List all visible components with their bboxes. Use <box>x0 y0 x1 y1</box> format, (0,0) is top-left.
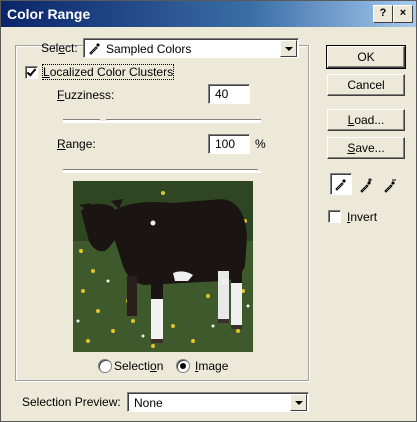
range-slider-track[interactable] <box>63 169 261 173</box>
fuzziness-input[interactable]: 40 <box>208 84 250 104</box>
eyedropper-plus-tool[interactable] <box>355 173 377 195</box>
select-dropdown[interactable]: Sampled Colors <box>83 38 299 58</box>
range-slider-thumb[interactable] <box>256 164 266 172</box>
selection-preview-label: Selection Preview: <box>22 395 121 409</box>
range-input[interactable]: 100 <box>208 134 250 154</box>
chevron-down-icon[interactable] <box>290 394 307 411</box>
ok-button[interactable]: OK <box>326 45 406 69</box>
selection-radio-label[interactable]: Selection <box>114 359 163 373</box>
save-button[interactable]: Save... <box>327 137 405 159</box>
eyedropper-tool[interactable] <box>330 173 352 195</box>
eyedropper-icon <box>334 177 348 194</box>
fuzziness-slider-track[interactable] <box>63 119 261 123</box>
cancel-button[interactable]: Cancel <box>327 74 405 96</box>
select-label: Select: <box>41 41 78 55</box>
preview-image[interactable] <box>73 181 253 352</box>
range-value: 100 <box>215 137 236 151</box>
localized-clusters-label[interactable]: Localized Color Clusters <box>41 64 175 80</box>
eyedropper-plus-icon <box>359 177 375 196</box>
cow-photo-image <box>73 181 253 352</box>
help-button[interactable]: ? <box>373 5 393 23</box>
select-value: Sampled Colors <box>106 42 192 56</box>
fuzziness-slider-thumb[interactable] <box>97 114 108 122</box>
load-button[interactable]: Load... <box>327 109 405 131</box>
eyedropper-minus-tool[interactable] <box>379 173 401 195</box>
selection-preview-dropdown[interactable]: None <box>127 392 309 412</box>
color-range-dialog: Color Range ? × Select: Sampled Colors L… <box>0 0 417 422</box>
chevron-down-icon[interactable] <box>280 40 297 57</box>
title-bar[interactable]: Color Range ? × <box>1 1 416 27</box>
range-unit: % <box>255 137 266 151</box>
window-title: Color Range <box>7 6 91 22</box>
fuzziness-value: 40 <box>215 87 229 101</box>
selection-radio[interactable] <box>98 359 112 373</box>
fuzziness-label: Fuzziness: <box>57 88 115 102</box>
image-radio[interactable] <box>176 359 190 373</box>
image-radio-label[interactable]: Image <box>195 359 228 373</box>
invert-label[interactable]: Invert <box>347 210 377 224</box>
invert-checkbox[interactable] <box>328 210 341 223</box>
localized-clusters-checkbox[interactable] <box>25 66 38 79</box>
range-label: Range: <box>57 137 96 151</box>
eyedropper-icon <box>88 41 102 58</box>
close-button[interactable]: × <box>393 5 413 23</box>
selection-preview-value: None <box>134 396 163 410</box>
eyedropper-minus-icon <box>383 177 399 196</box>
